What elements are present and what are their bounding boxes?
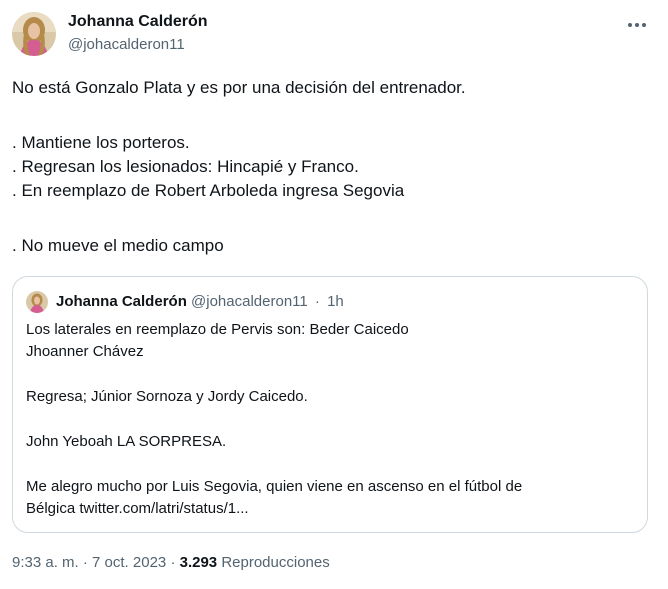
tweet-line: . No mueve el medio campo [12, 236, 224, 255]
quoted-line: Jhoanner Chávez [26, 343, 144, 360]
quoted-line-gap [26, 363, 636, 386]
author-handle[interactable]: @johacalderon11 [68, 36, 185, 53]
more-options-button[interactable] [620, 12, 654, 38]
quoted-tweet[interactable]: Johanna Calderón @johacalderon11 · 1h Lo… [12, 276, 648, 533]
quoted-separator: · [314, 293, 320, 310]
quoted-line-gap [26, 408, 636, 431]
tweet-meta: 9:33 a. m. · 7 oct. 2023 · 3.293 Reprodu… [12, 554, 330, 571]
author-avatar[interactable] [12, 12, 56, 56]
tweet-line-gap [12, 203, 652, 234]
tweet-line: No está Gonzalo Plata y es por una decis… [12, 78, 466, 97]
tweet-card: Johanna Calderón @johacalderon11 No está… [0, 0, 668, 589]
author-name[interactable]: Johanna Calderón [68, 13, 208, 31]
quoted-author-name: Johanna Calderón [56, 293, 187, 310]
quoted-author-handle: @johacalderon11 [191, 293, 308, 310]
quoted-author-avatar [26, 291, 48, 313]
tweet-text: No está Gonzalo Plata y es por una decis… [12, 76, 652, 258]
quoted-header: Johanna Calderón @johacalderon11 · 1h [56, 293, 344, 310]
quoted-time: 1h [327, 293, 344, 310]
more-horizontal-icon [628, 23, 632, 27]
quoted-line-gap [26, 453, 636, 476]
quoted-line: Regresa; Júnior Sornoza y Jordy Caicedo. [26, 388, 308, 405]
tweet-timestamp[interactable]: 9:33 a. m. · 7 oct. 2023 [12, 554, 166, 571]
quoted-line: Los laterales en reemplazo de Pervis son… [26, 321, 409, 338]
tweet-line: . En reemplazo de Robert Arboleda ingres… [12, 181, 405, 200]
quoted-line: Bélgica twitter.com/latri/status/1... [26, 500, 249, 517]
meta-separator: · [170, 554, 176, 571]
quoted-text: Los laterales en reemplazo de Pervis son… [26, 319, 636, 520]
view-count: 3.293 [179, 554, 218, 571]
tweet-line-gap [12, 100, 652, 131]
tweet-line: . Regresan los lesionados: Hincapié y Fr… [12, 157, 359, 176]
tweet-line: . Mantiene los porteros. [12, 133, 190, 152]
quoted-line: Me alegro mucho por Luis Segovia, quien … [26, 478, 523, 495]
views-label: Reproducciones [221, 554, 330, 571]
quoted-line: John Yeboah LA SORPRESA. [26, 433, 227, 450]
